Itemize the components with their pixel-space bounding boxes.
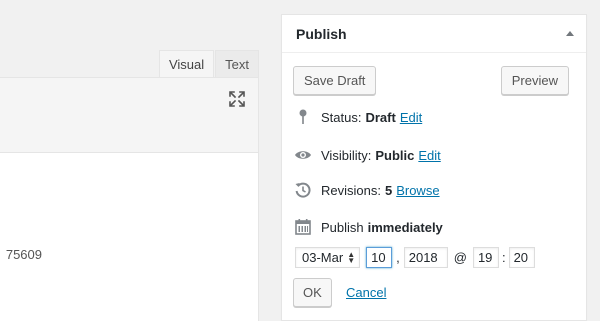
visibility-row: Visibility: Public Edit	[294, 146, 441, 164]
minute-input[interactable]: 20	[508, 247, 535, 268]
day-input[interactable]: 10	[366, 247, 393, 268]
year-input[interactable]: 2018	[403, 247, 448, 268]
month-select[interactable]: 03-Mar ▲ ▼	[295, 247, 361, 268]
fullscreen-icon[interactable]	[228, 90, 246, 108]
revisions-label: Revisions:	[321, 182, 381, 198]
at-symbol: @	[453, 250, 467, 265]
date-editor: 03-Mar ▲ ▼ 10 , 2018 @ 19 : 20	[295, 247, 535, 268]
hour-input[interactable]: 19	[472, 247, 499, 268]
revisions-row: Revisions: 5 Browse	[294, 181, 440, 199]
tab-visual[interactable]: Visual	[158, 50, 215, 77]
time-colon: :	[501, 250, 506, 265]
content-text: 75609	[5, 247, 42, 262]
visibility-label: Visibility:	[321, 147, 372, 163]
history-icon	[295, 182, 311, 198]
ok-button[interactable]: OK	[293, 278, 332, 307]
eye-icon	[295, 151, 311, 159]
collapse-arrow-icon[interactable]	[566, 31, 574, 36]
publish-header[interactable]: Publish	[282, 15, 586, 53]
schedule-value: immediately	[367, 219, 443, 235]
editor-tabs: Visual Text	[158, 50, 259, 77]
schedule-row: Publish immediately	[294, 218, 443, 236]
status-row: Status: Draft Edit	[294, 108, 422, 126]
cancel-link[interactable]: Cancel	[346, 285, 386, 300]
preview-button[interactable]: Preview	[500, 66, 569, 95]
publish-box: Publish Save Draft Preview Status: Draft…	[281, 14, 587, 321]
visibility-value: Public	[375, 147, 415, 163]
visibility-edit-link[interactable]: Edit	[418, 148, 440, 163]
revisions-count: 5	[384, 182, 393, 198]
status-label: Status:	[321, 109, 362, 125]
schedule-label: Publish	[321, 219, 364, 235]
date-comma: ,	[396, 250, 400, 265]
save-draft-button[interactable]: Save Draft	[293, 66, 377, 95]
status-value: Draft	[365, 109, 396, 125]
publish-title: Publish	[296, 25, 347, 42]
status-edit-link[interactable]: Edit	[400, 110, 422, 125]
calendar-icon	[295, 219, 311, 235]
editor-toolbar	[0, 77, 259, 153]
revisions-browse-link[interactable]: Browse	[396, 183, 439, 198]
editor-content[interactable]: 75609	[0, 153, 259, 321]
month-value: 03-Mar	[302, 250, 344, 265]
tab-text[interactable]: Text	[215, 50, 259, 77]
select-arrows-icon: ▲ ▼	[347, 249, 356, 265]
editor-area: Visual Text 75609	[0, 0, 259, 321]
pin-icon	[299, 109, 307, 124]
